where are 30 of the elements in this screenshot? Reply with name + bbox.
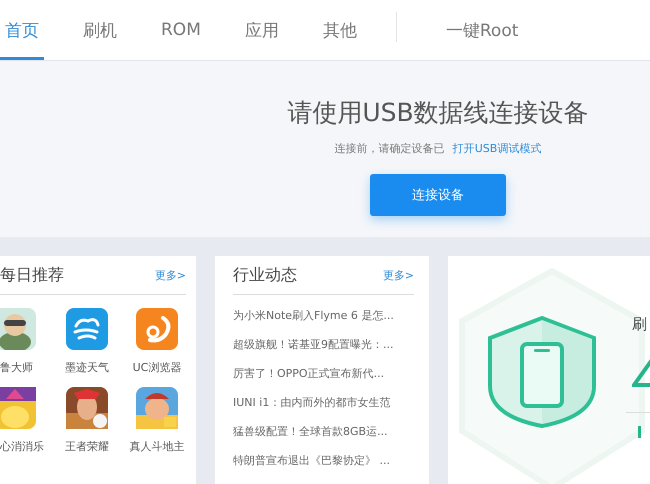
section-title: 每日推荐 (0, 264, 64, 286)
news-link[interactable]: 为小米Note刷入Flyme 6 是怎... (233, 301, 414, 330)
app-name[interactable]: 墨迹天气 (65, 360, 109, 375)
news-link[interactable]: 超级旗舰！诺基亚9配置曝光：... (233, 330, 414, 359)
cloud-icon (66, 308, 108, 350)
nav-tab[interactable]: 一键Root (440, 0, 524, 60)
phone-shield-icon (486, 316, 598, 428)
app-name[interactable]: 王者荣耀 (65, 439, 109, 454)
more-link[interactable]: 更多> (382, 268, 414, 282)
hero-title: 请使用USB数据线连接设备 (287, 97, 589, 129)
nav-tab[interactable]: 刷机 (78, 0, 122, 60)
nav-tab[interactable]: 其他 (318, 0, 362, 60)
hint-text: 连接前，请确定设备已 打开USB调试模式 (334, 141, 542, 156)
nav-tab[interactable]: 应用 (240, 0, 284, 60)
app-name[interactable]: UC浏览器 (132, 360, 182, 375)
app-name[interactable]: 真人斗地主 (130, 439, 184, 454)
app-name[interactable]: 鲁大师 (0, 360, 33, 375)
flash-label: 刷 (632, 315, 647, 334)
nav-tab[interactable]: 首页 (0, 0, 44, 60)
connect-button[interactable]: 连接设备 (370, 174, 506, 216)
more-link[interactable]: 更多> (154, 268, 186, 282)
section-title: 行业动态 (233, 264, 297, 286)
news-link[interactable]: 厉害了！OPPO正式宣布新代... (233, 359, 414, 388)
debug-mode-link[interactable]: 打开USB调试模式 (452, 142, 542, 155)
nav-tab[interactable]: ROM (156, 0, 206, 60)
news-link[interactable]: IUNI i1：由内而外的都市女生范 (233, 388, 414, 417)
news-link[interactable]: 特朗普宣布退出《巴黎协定》 ... (233, 446, 414, 475)
news-link[interactable]: 猛兽级配置！全球首款8GB运... (233, 417, 414, 446)
app-name[interactable]: 心消消乐 (0, 439, 44, 454)
accent-bar (638, 426, 641, 438)
